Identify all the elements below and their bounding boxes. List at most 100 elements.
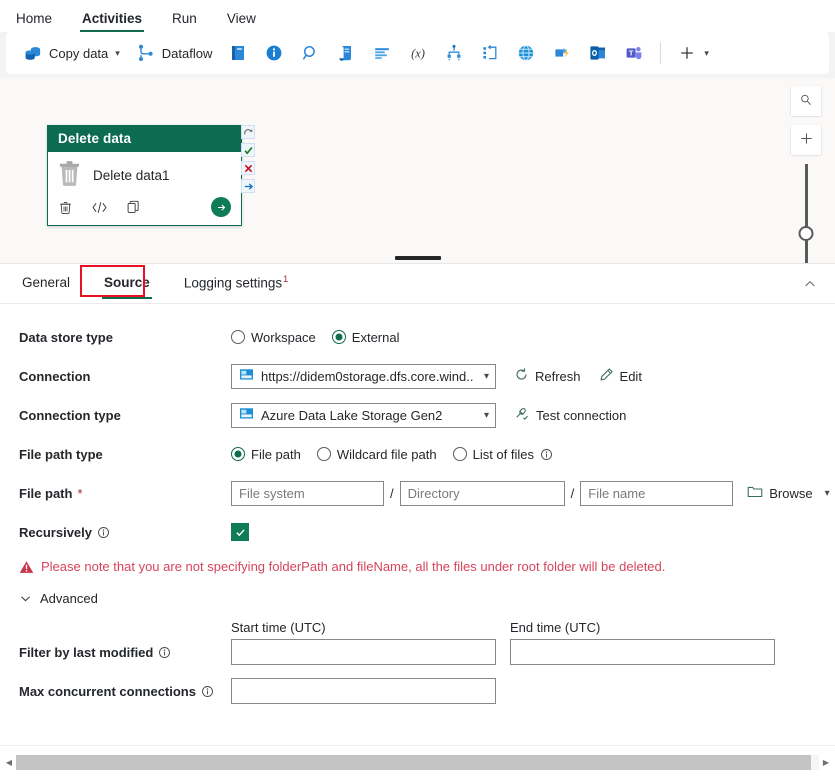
outlook-icon <box>588 43 608 63</box>
tab-logging-settings[interactable]: Logging settings1 <box>180 265 292 302</box>
scrollbar-track[interactable] <box>16 755 819 770</box>
browse-button[interactable]: Browse <box>747 484 812 502</box>
teams-button[interactable]: T <box>617 37 651 69</box>
connection-dropdown[interactable]: https://didem0storage.dfs.core.wind.. ▾ <box>231 364 496 389</box>
info-icon[interactable] <box>158 646 171 659</box>
code-icon[interactable] <box>91 200 108 215</box>
zoom-slider-handle[interactable] <box>799 226 814 241</box>
ribbon-tab-view[interactable]: View <box>225 11 258 32</box>
row-connection-type: Connection type Azure Data Lake Storage … <box>0 401 835 429</box>
set-variable-button[interactable]: (x) <box>401 37 435 69</box>
radio-dot <box>317 447 331 461</box>
info-button[interactable] <box>257 37 291 69</box>
checkmark-icon <box>235 527 246 538</box>
outlook-button[interactable] <box>581 37 615 69</box>
add-activity-button[interactable]: ▾ <box>670 37 716 69</box>
ribbon-tab-home[interactable]: Home <box>14 11 54 32</box>
tab-general-label: General <box>22 275 70 290</box>
radio-workspace[interactable]: Workspace <box>231 330 316 345</box>
info-icon[interactable] <box>540 448 553 461</box>
on-retry-icon[interactable] <box>241 125 255 139</box>
node-header: Delete data <box>48 126 241 152</box>
row-filter-by-last-modified: Filter by last modified <box>0 638 835 666</box>
delete-icon[interactable] <box>58 200 73 215</box>
radio-workspace-label: Workspace <box>251 330 316 345</box>
radio-list-of-files-label: List of files <box>473 447 534 462</box>
ribbon-tab-activities[interactable]: Activities <box>80 11 144 32</box>
scrollbar-thumb[interactable] <box>16 755 811 770</box>
switch-button[interactable] <box>437 37 471 69</box>
info-icon[interactable] <box>201 685 214 698</box>
scroll-left-button[interactable]: ◀ <box>2 759 16 767</box>
row-data-store-type: Data store type Workspace External <box>0 323 835 351</box>
chevron-down-icon <box>19 592 32 605</box>
radio-dot <box>453 447 467 461</box>
zoom-slider[interactable] <box>805 164 808 264</box>
run-icon[interactable] <box>211 197 231 217</box>
script-button[interactable] <box>329 37 363 69</box>
label-connection-type: Connection type <box>19 408 231 423</box>
canvas-surface[interactable]: Delete data Delete data1 <box>0 78 835 263</box>
dataflow-label: Dataflow <box>162 46 213 61</box>
radio-external[interactable]: External <box>332 330 400 345</box>
copy-data-button[interactable]: Copy data ▾ <box>16 37 127 69</box>
chevron-up-icon <box>803 279 817 294</box>
end-time-input[interactable] <box>510 639 775 665</box>
radio-wildcard-file-path[interactable]: Wildcard file path <box>317 447 437 462</box>
chevron-down-icon[interactable]: ▾ <box>825 488 830 499</box>
file-name-input[interactable] <box>580 481 733 506</box>
dataflow-button[interactable]: Dataflow <box>129 37 220 69</box>
chevron-down-icon[interactable]: ▾ <box>704 48 709 59</box>
horizontal-scrollbar[interactable]: ◀ ▶ <box>0 745 835 779</box>
delete-data-activity-node[interactable]: Delete data Delete data1 <box>47 125 242 226</box>
web-button[interactable] <box>509 37 543 69</box>
edit-connection-button[interactable]: Edit <box>599 367 642 385</box>
panel-resize-handle[interactable] <box>395 256 441 260</box>
collapse-panel-button[interactable] <box>799 273 821 295</box>
on-skip-icon[interactable] <box>241 179 255 193</box>
test-connection-icon <box>514 406 530 425</box>
chevron-down-icon: ▾ <box>484 410 489 421</box>
source-settings-form: Data store type Workspace External Conne… <box>0 305 835 745</box>
radio-list-of-files[interactable]: List of files <box>453 447 553 462</box>
teams-icon: T <box>624 43 644 63</box>
test-connection-label: Test connection <box>536 408 626 423</box>
file-system-input[interactable] <box>231 481 384 506</box>
chevron-down-icon[interactable]: ▾ <box>115 48 120 59</box>
start-time-input[interactable] <box>231 639 496 665</box>
on-failure-icon[interactable] <box>241 161 255 175</box>
info-icon[interactable] <box>97 526 110 539</box>
directory-input[interactable] <box>400 481 565 506</box>
row-recursively: Recursively <box>0 518 835 546</box>
file-path-controls: / / Browse ▾ <box>231 481 830 506</box>
notebook-button[interactable] <box>221 37 255 69</box>
tab-general[interactable]: General <box>18 266 74 301</box>
foreach-button[interactable] <box>473 37 507 69</box>
zoom-in-button[interactable] <box>791 125 821 155</box>
lookup-button[interactable] <box>293 37 327 69</box>
refresh-icon <box>514 367 529 385</box>
radio-file-path[interactable]: File path <box>231 447 301 462</box>
recursively-checkbox[interactable] <box>231 523 249 541</box>
switch-icon <box>444 43 464 63</box>
radio-file-path-label: File path <box>251 447 301 462</box>
azure-function-button[interactable] <box>545 37 579 69</box>
radio-dot <box>231 330 245 344</box>
stored-procedure-button[interactable] <box>365 37 399 69</box>
max-concurrent-connections-input[interactable] <box>231 678 496 704</box>
time-filter-headers: Start time (UTC) End time (UTC) <box>0 620 835 635</box>
test-connection-button[interactable]: Test connection <box>514 406 626 425</box>
advanced-section-toggle[interactable]: Advanced <box>0 591 835 606</box>
tab-source[interactable]: Source <box>100 266 154 301</box>
scroll-right-button[interactable]: ▶ <box>819 759 833 767</box>
copy-icon[interactable] <box>126 199 141 215</box>
zoom-search-button[interactable] <box>791 86 821 116</box>
connection-type-dropdown[interactable]: Azure Data Lake Storage Gen2 ▾ <box>231 403 496 428</box>
label-connection: Connection <box>19 369 231 384</box>
ribbon-tab-run[interactable]: Run <box>170 11 199 32</box>
header-spacer <box>19 620 231 635</box>
pipeline-canvas[interactable]: Delete data Delete data1 <box>0 78 835 264</box>
refresh-connection-button[interactable]: Refresh <box>514 367 581 385</box>
canvas-controls <box>791 86 821 264</box>
on-success-icon[interactable] <box>241 143 255 157</box>
